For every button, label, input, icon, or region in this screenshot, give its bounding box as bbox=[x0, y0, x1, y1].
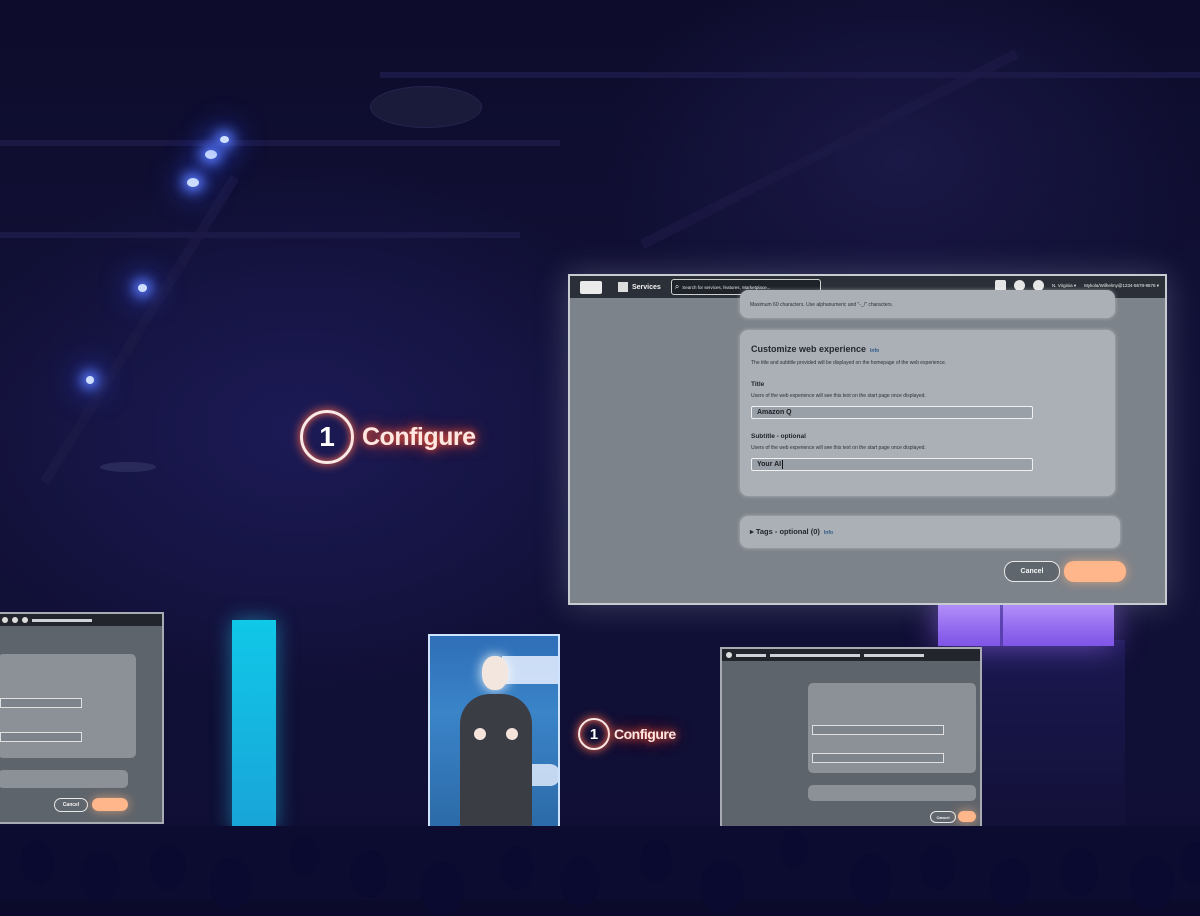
audience-head bbox=[420, 862, 464, 916]
mini-title-input bbox=[0, 698, 82, 708]
subtitle-input-value: Your AI bbox=[757, 461, 782, 468]
presenter-head bbox=[482, 656, 508, 690]
region-selector[interactable]: N. Virginia ▾ bbox=[1052, 283, 1076, 289]
subtitle-field-description: Users of the web experience will see thi… bbox=[751, 445, 926, 451]
configure-step-label-small: 1 Configure bbox=[578, 718, 676, 750]
mini-title-input bbox=[812, 725, 944, 735]
mini-account-text bbox=[32, 618, 92, 622]
audience-head bbox=[640, 840, 672, 882]
title-field-description: Users of the web experience will see thi… bbox=[751, 393, 926, 399]
tags-info-link[interactable]: Info bbox=[824, 530, 833, 536]
title-input-value: Amazon Q bbox=[757, 409, 792, 416]
previous-section-card: Maximum 60 characters. Use alphanumeric … bbox=[740, 290, 1115, 318]
main-projection-screen: Services ⌕ Search for services, features… bbox=[568, 274, 1167, 605]
audience-head bbox=[780, 830, 808, 868]
subtitle-field-label: Subtitle - optional bbox=[751, 433, 806, 440]
cancel-button[interactable]: Cancel bbox=[1004, 561, 1060, 582]
ceiling-truss bbox=[0, 232, 520, 238]
mini-topbar bbox=[722, 649, 980, 661]
step-number-badge: 1 bbox=[300, 410, 354, 464]
ceiling-speaker bbox=[370, 86, 482, 128]
section-title: Customize web experience bbox=[751, 344, 867, 354]
stage-spotlight bbox=[138, 284, 147, 292]
mini-account-text bbox=[864, 653, 924, 657]
mini-subtitle-input bbox=[0, 732, 82, 742]
presenter-hand bbox=[474, 728, 486, 740]
audience-head bbox=[80, 852, 120, 902]
audience-head bbox=[920, 844, 956, 890]
audience-head bbox=[210, 858, 252, 910]
search-placeholder: Search for services, features, Marketpla… bbox=[682, 284, 771, 290]
ceiling-light bbox=[100, 462, 156, 472]
create-button[interactable] bbox=[1064, 561, 1126, 582]
audience-head bbox=[500, 846, 534, 890]
audience-head bbox=[20, 840, 54, 884]
stage-spotlight bbox=[220, 136, 229, 143]
stage-spotlight bbox=[86, 376, 94, 384]
mini-icon bbox=[22, 617, 28, 623]
tags-expandable-section[interactable]: ▸ Tags - optional (0) Info bbox=[740, 516, 1120, 548]
console-logo[interactable] bbox=[580, 280, 602, 294]
customize-web-experience-card: Customize web experience Info The title … bbox=[740, 330, 1115, 496]
video-backdrop-sign bbox=[502, 656, 558, 684]
mini-search-bar bbox=[770, 653, 860, 657]
services-grid-icon[interactable] bbox=[618, 282, 628, 292]
audience-silhouettes bbox=[0, 800, 1200, 916]
title-field-label: Title bbox=[751, 381, 765, 388]
tags-section-label: ▸ Tags - optional (0) bbox=[750, 527, 820, 536]
mini-icon bbox=[2, 617, 8, 623]
mini-icon bbox=[726, 652, 732, 658]
section-hint: Maximum 60 characters. Use alphanumeric … bbox=[750, 302, 894, 308]
audience-head bbox=[850, 854, 892, 906]
ceiling-truss bbox=[0, 140, 560, 146]
audience-head bbox=[700, 860, 744, 914]
mini-icon bbox=[12, 617, 18, 623]
pillar-seam bbox=[1000, 600, 1003, 646]
audience-head bbox=[1180, 842, 1200, 884]
audience-head bbox=[150, 844, 186, 890]
purple-stage-light bbox=[938, 600, 1114, 646]
cyan-led-panel bbox=[232, 620, 276, 830]
ceiling-truss bbox=[380, 72, 1200, 78]
stage-spotlight bbox=[205, 150, 217, 159]
mini-subtitle-input bbox=[812, 753, 944, 763]
info-link[interactable]: Info bbox=[870, 348, 879, 354]
text-caret bbox=[782, 460, 784, 469]
mini-topbar bbox=[0, 614, 162, 626]
audience-head bbox=[990, 858, 1030, 908]
stage-spotlight bbox=[187, 178, 199, 187]
search-icon: ⌕ bbox=[674, 282, 680, 291]
mini-tags-card bbox=[0, 770, 128, 788]
audience-head bbox=[560, 856, 600, 906]
title-input[interactable]: Amazon Q bbox=[751, 406, 1033, 419]
section-description: The title and subtitle provided will be … bbox=[751, 360, 947, 366]
services-menu[interactable]: Services bbox=[632, 284, 661, 291]
mini-services-text bbox=[736, 653, 766, 657]
audience-head bbox=[1060, 848, 1098, 896]
step-title-small: Configure bbox=[614, 726, 676, 742]
audience-head bbox=[350, 850, 388, 898]
step-title: Configure bbox=[362, 422, 476, 451]
step-number-badge-small: 1 bbox=[578, 718, 610, 750]
configure-step-label: 1 Configure bbox=[300, 410, 476, 464]
audience-head bbox=[290, 836, 320, 876]
left-side-screen: Cancel bbox=[0, 612, 164, 824]
account-menu[interactable]: Mykola/Wilhelmy@1234-5678-9876 ▾ bbox=[1084, 283, 1159, 289]
audience-head bbox=[1130, 856, 1174, 910]
presenter-hand bbox=[506, 728, 518, 740]
subtitle-input[interactable]: Your AI bbox=[751, 458, 1033, 471]
mini-tags-card bbox=[808, 785, 976, 801]
